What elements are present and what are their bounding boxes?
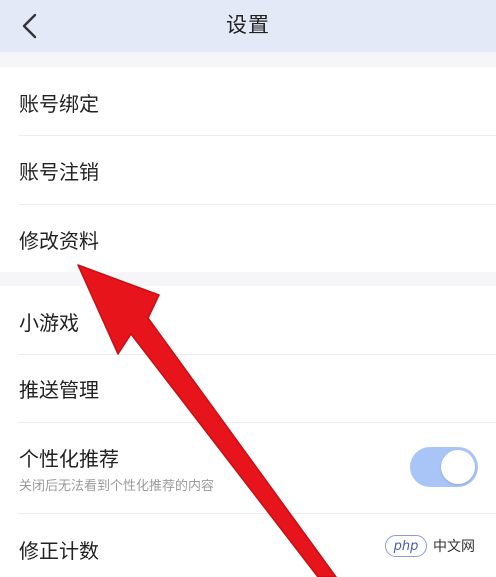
settings-item-push-management[interactable]: 推送管理 <box>0 355 496 422</box>
settings-item-label: 修改资料 <box>19 229 99 253</box>
nav-bar: 设置 <box>0 0 496 52</box>
page-title: 设置 <box>226 13 270 37</box>
settings-item-label: 个性化推荐 <box>19 447 119 471</box>
settings-item-label: 账号注销 <box>19 160 99 184</box>
settings-item-account-cancel[interactable]: 账号注销 <box>0 136 496 204</box>
settings-item-label: 修正计数 <box>19 539 99 563</box>
settings-item-account-binding[interactable]: 账号绑定 <box>0 67 496 135</box>
settings-item-subtitle: 关闭后无法看到个性化推荐的内容 <box>19 479 215 494</box>
watermark-text: 中文网 <box>433 539 475 555</box>
watermark: php 中文网 <box>385 533 489 559</box>
toggle-knob <box>441 450 475 484</box>
personalized-recommend-toggle[interactable] <box>410 447 478 487</box>
settings-item-label: 推送管理 <box>19 378 99 402</box>
settings-item-label: 账号绑定 <box>19 92 99 116</box>
settings-item-mini-games[interactable]: 小游戏 <box>0 286 496 354</box>
settings-item-label: 小游戏 <box>19 311 79 335</box>
php-logo-icon: php <box>385 535 427 557</box>
settings-item-personalized-recommend: 个性化推荐 关闭后无法看到个性化推荐的内容 <box>0 423 496 513</box>
settings-item-edit-profile[interactable]: 修改资料 <box>0 205 496 272</box>
settings-group-account: 账号绑定 账号注销 修改资料 <box>0 67 496 272</box>
